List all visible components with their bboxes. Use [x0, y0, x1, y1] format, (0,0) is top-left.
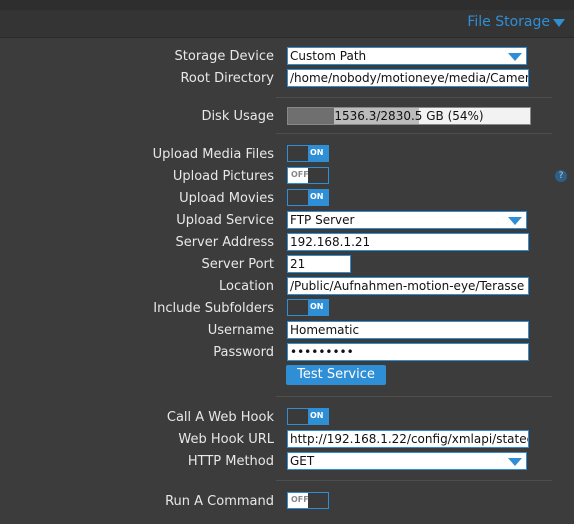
row-web-hook-url: Web Hook URL http://192.168.1.22/config/… — [0, 429, 574, 451]
include-subfolders-label: Include Subfolders — [153, 301, 274, 316]
upload-movies-label: Upload Movies — [179, 191, 274, 206]
server-port-input[interactable]: 21 — [287, 255, 351, 273]
toggle-state: OFF — [291, 495, 309, 504]
row-disk-usage: Disk Usage 1536.3/2830.5 GB (54%) — [0, 106, 574, 128]
storage-device-select[interactable]: Custom Path — [287, 47, 527, 65]
chevron-down-icon[interactable] — [552, 18, 566, 28]
disk-usage-bar: 1536.3/2830.5 GB (54%) — [287, 107, 531, 125]
row-upload-pictures: Upload Pictures OFF — [0, 166, 574, 188]
row-upload-media: Upload Media Files ON — [0, 144, 574, 166]
row-username: Username Homematic — [0, 320, 574, 342]
toggle-state: OFF — [291, 170, 309, 179]
toggle-state: ON — [310, 192, 324, 201]
upload-pictures-label: Upload Pictures — [172, 169, 274, 184]
row-call-web-hook: Call A Web Hook ON — [0, 407, 574, 429]
upload-service-value: FTP Server — [290, 213, 355, 227]
username-label: Username — [207, 323, 274, 338]
upload-service-select[interactable]: FTP Server — [287, 211, 527, 229]
test-service-button[interactable]: Test Service — [286, 365, 386, 385]
toggle-state: ON — [310, 148, 324, 157]
disk-usage-label: Disk Usage — [201, 109, 274, 124]
row-server-port: Server Port 21 — [0, 254, 574, 276]
storage-device-value: Custom Path — [290, 49, 367, 63]
web-hook-url-label: Web Hook URL — [178, 432, 274, 447]
http-method-label: HTTP Method — [187, 454, 274, 469]
divider — [276, 97, 552, 98]
help-icon[interactable]: ? — [555, 170, 567, 182]
http-method-select[interactable]: GET — [287, 452, 527, 470]
toggle-state: ON — [310, 411, 324, 420]
row-root-directory: Root Directory /home/nobody/motioneye/me… — [0, 68, 574, 90]
include-subfolders-toggle[interactable]: ON — [287, 299, 329, 316]
row-upload-service: Upload Service FTP Server — [0, 210, 574, 232]
upload-media-label: Upload Media Files — [152, 147, 274, 162]
row-server-address: Server Address 192.168.1.21 — [0, 232, 574, 254]
upload-pictures-toggle[interactable]: OFF — [287, 167, 329, 184]
location-input[interactable]: /Public/Aufnahmen-motion-eye/Terasse — [287, 277, 529, 295]
storage-device-label: Storage Device — [174, 49, 274, 64]
row-storage-device: Storage Device Custom Path — [0, 46, 574, 68]
section-header-file-storage[interactable]: File Storage — [0, 10, 574, 38]
upload-media-toggle[interactable]: ON — [287, 145, 329, 162]
row-test-service: Test Service — [0, 364, 574, 386]
username-input[interactable]: Homematic — [287, 321, 529, 339]
call-web-hook-label: Call A Web Hook — [166, 410, 274, 425]
server-port-label: Server Port — [201, 257, 274, 272]
row-include-subfolders: Include Subfolders ON — [0, 298, 574, 320]
disk-usage-text: 1536.3/2830.5 GB (54%) — [334, 109, 484, 123]
upload-movies-toggle[interactable]: ON — [287, 189, 329, 206]
row-password: Password ••••••••• — [0, 342, 574, 364]
web-hook-url-input[interactable]: http://192.168.1.22/config/xmlapi/statec — [287, 430, 529, 448]
divider — [276, 396, 552, 397]
row-http-method: HTTP Method GET — [0, 451, 574, 473]
run-command-toggle[interactable]: OFF — [287, 492, 329, 509]
run-command-label: Run A Command — [165, 494, 274, 509]
row-run-command: Run A Command OFF — [0, 491, 574, 513]
root-directory-label: Root Directory — [180, 71, 274, 86]
row-location: Location /Public/Aufnahmen-motion-eye/Te… — [0, 276, 574, 298]
toggle-state: ON — [310, 302, 324, 311]
chevron-down-icon — [508, 217, 522, 225]
http-method-value: GET — [290, 454, 315, 468]
divider — [276, 480, 552, 481]
row-upload-movies: Upload Movies ON — [0, 188, 574, 210]
top-strip — [0, 0, 574, 10]
chevron-down-icon — [508, 53, 522, 61]
server-address-input[interactable]: 192.168.1.21 — [287, 233, 529, 251]
divider — [276, 133, 552, 134]
call-web-hook-toggle[interactable]: ON — [287, 408, 329, 425]
password-label: Password — [213, 345, 274, 360]
chevron-down-icon — [508, 458, 522, 466]
server-address-label: Server Address — [175, 235, 274, 250]
upload-service-label: Upload Service — [176, 213, 274, 228]
password-input[interactable]: ••••••••• — [287, 343, 529, 361]
location-label: Location — [219, 279, 274, 294]
root-directory-input[interactable]: /home/nobody/motioneye/media/Camer — [287, 69, 529, 87]
section-title[interactable]: File Storage — [467, 14, 550, 30]
